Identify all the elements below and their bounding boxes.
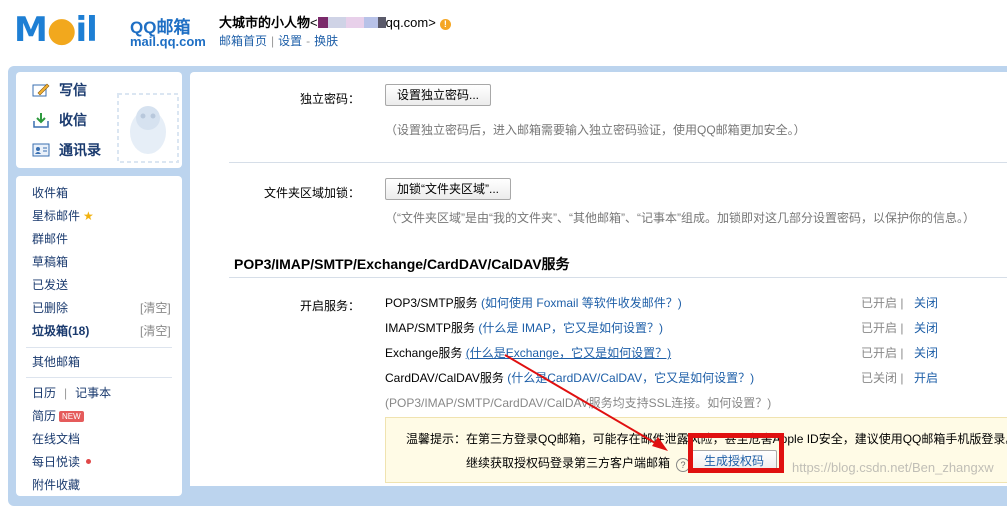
status-text: 已开启 [861, 296, 898, 310]
folder-starred[interactable]: 星标邮件 ★ [32, 207, 94, 224]
penguin-stamp-icon [117, 93, 179, 163]
pencil-icon [32, 83, 50, 97]
service-toggle-link[interactable]: 关闭 [914, 294, 938, 311]
folder-lock-label: 文件夹区域加锁： [263, 186, 360, 200]
tip-followup: 继续获取授权码登录第三方客户端邮箱? [466, 454, 691, 472]
settings-link[interactable]: 设置 [278, 34, 302, 48]
service-help-link[interactable]: (什么是CardDAV/CalDAV，它又是如何设置？) [507, 371, 754, 385]
status-separator: | [900, 346, 904, 360]
unread-dot-icon [86, 459, 92, 464]
clear-deleted-button[interactable]: [清空] [140, 299, 171, 316]
password-hint: （设置独立密码后，进入邮箱需要输入独立密码验证，使用QQ邮箱更加安全。） [385, 123, 806, 137]
folder-inbox[interactable]: 收件箱 [32, 184, 68, 201]
service-help-link[interactable]: (什么是Exchange，它又是如何设置？) [466, 346, 671, 360]
contacts-button[interactable]: 通讯录 [32, 140, 101, 162]
divider [26, 377, 172, 378]
divider [229, 277, 1007, 278]
email-open: < [310, 15, 318, 30]
watermark: https://blog.csdn.net/Ben_zhangxw [792, 460, 994, 475]
logo-url: mail.qq.com [130, 34, 206, 49]
account-line: 大城市的小人物< qq.com>! [219, 12, 451, 31]
service-toggle-link[interactable]: 开启 [914, 369, 938, 386]
status-separator: | [900, 371, 904, 385]
service-toggle-link[interactable]: 关闭 [914, 344, 938, 361]
email-domain: qq.com> [385, 15, 436, 30]
enable-service-label: 开启服务： [299, 299, 360, 313]
service-toggle-link[interactable]: 关闭 [914, 319, 938, 336]
folder-spam[interactable]: 垃圾箱(18) [32, 322, 89, 339]
service-name: CardDAV/CalDAV服务 [385, 371, 504, 385]
star-icon: ★ [83, 209, 94, 223]
contacts-label: 通讯录 [59, 142, 101, 158]
mail-logo-mark: M●il [14, 10, 98, 50]
folder-drafts[interactable]: 草稿箱 [32, 253, 68, 270]
service-status: 已开启 | [861, 294, 903, 311]
other-mailboxes[interactable]: 其他邮箱 [32, 353, 80, 370]
folder-sent[interactable]: 已发送 [32, 276, 68, 293]
nav-separator: - [306, 34, 311, 48]
daily-reading-link[interactable]: 每日悦读 [32, 453, 92, 470]
divider [229, 162, 1007, 163]
clear-spam-button[interactable]: [清空] [140, 322, 171, 339]
status-text: 已关闭 [861, 371, 898, 385]
service-name: IMAP/SMTP服务 [385, 321, 476, 335]
folder-group-mail[interactable]: 群邮件 [32, 230, 68, 247]
top-nav: 邮箱首页 | 设置 - 换肤 [219, 32, 338, 49]
service-row: POP3/SMTP服务 (如何使用 Foxmail 等软件收发邮件？) [385, 294, 682, 311]
service-name: Exchange服务 [385, 346, 463, 360]
service-row: Exchange服务 (什么是Exchange，它又是如何设置？) [385, 344, 671, 361]
online-docs-link[interactable]: 在线文档 [32, 430, 80, 447]
calendar-notebook-row: 日历 | 记事本 [32, 384, 111, 401]
service-help-link[interactable]: (什么是 IMAP，它又是如何设置？) [478, 321, 663, 335]
header: M●il QQ邮箱 mail.qq.com 大城市的小人物< qq.com>! 邮… [0, 0, 1007, 62]
divider [26, 347, 172, 348]
notebook-link[interactable]: 记事本 [75, 386, 111, 400]
contacts-card-icon [32, 143, 50, 157]
service-row: CardDAV/CalDAV服务 (什么是CardDAV/CalDAV，它又是如… [385, 369, 754, 386]
service-status: 已开启 | [861, 344, 903, 361]
check-mail-button[interactable]: 收信 [32, 110, 87, 132]
annotation-highlight-box [688, 433, 784, 473]
sidebar-quick-panel: 写信 收信 通讯录 [16, 72, 182, 168]
service-row: IMAP/SMTP服务 (什么是 IMAP，它又是如何设置？) [385, 319, 663, 336]
warning-icon[interactable]: ! [439, 19, 451, 30]
folder-lock-hint: （“文件夹区域”是由“我的文件夹”、“其他邮箱”、“记事本”组成。加锁即对这几部… [385, 211, 975, 225]
service-name: POP3/SMTP服务 [385, 296, 478, 310]
status-text: 已开启 [861, 321, 898, 335]
status-text: 已开启 [861, 346, 898, 360]
user-name: 大城市的小人物 [219, 15, 311, 30]
tip-followup-text: 继续获取授权码登录第三方客户端邮箱 [466, 456, 671, 470]
compose-label: 写信 [59, 82, 87, 98]
qq-mail-logo[interactable]: M●il QQ邮箱 mail.qq.com [14, 10, 224, 50]
folder-list: 收件箱 星标邮件 ★ 群邮件 草稿箱 已发送 已删除 [清空] 垃圾箱(18) [… [16, 176, 182, 496]
ssl-note-link[interactable]: (POP3/IMAP/SMTP/CardDAV/CalDAV服务均支持SSL连接… [385, 394, 771, 411]
compose-button[interactable]: 写信 [32, 80, 87, 102]
attachments-link[interactable]: 附件收藏 [32, 476, 80, 493]
resume-label: 简历 [32, 409, 57, 423]
status-separator: | [900, 321, 904, 335]
folder-starred-label: 星标邮件 [32, 209, 81, 223]
section-title: POP3/IMAP/SMTP/Exchange/CardDAV/CalDAV服务 [234, 256, 570, 272]
nav-separator: | [271, 34, 275, 48]
service-status: 已关闭 | [861, 369, 903, 386]
resume-link[interactable]: 简历 NEW [32, 407, 84, 424]
set-password-button[interactable]: 设置独立密码... [385, 84, 492, 106]
status-separator: | [900, 296, 904, 310]
calendar-link[interactable]: 日历 [32, 386, 56, 400]
lock-folder-button[interactable]: 加锁“文件夹区域”... [385, 178, 511, 200]
independent-password-label: 独立密码： [299, 92, 360, 106]
daily-reading-label: 每日悦读 [32, 455, 81, 469]
inbox-download-icon [33, 113, 49, 128]
row-separator: | [64, 386, 68, 400]
new-badge: NEW [59, 411, 84, 422]
mailbox-home-link[interactable]: 邮箱首页 [219, 34, 267, 48]
service-status: 已开启 | [861, 319, 903, 336]
change-skin-link[interactable]: 换肤 [314, 34, 338, 48]
redacted-email [317, 17, 386, 28]
settings-panel: 独立密码： 设置独立密码... （设置独立密码后，进入邮箱需要输入独立密码验证，… [190, 72, 1007, 486]
service-help-link[interactable]: (如何使用 Foxmail 等软件收发邮件？) [481, 296, 682, 310]
folder-deleted[interactable]: 已删除 [32, 299, 68, 316]
check-mail-label: 收信 [59, 112, 87, 128]
